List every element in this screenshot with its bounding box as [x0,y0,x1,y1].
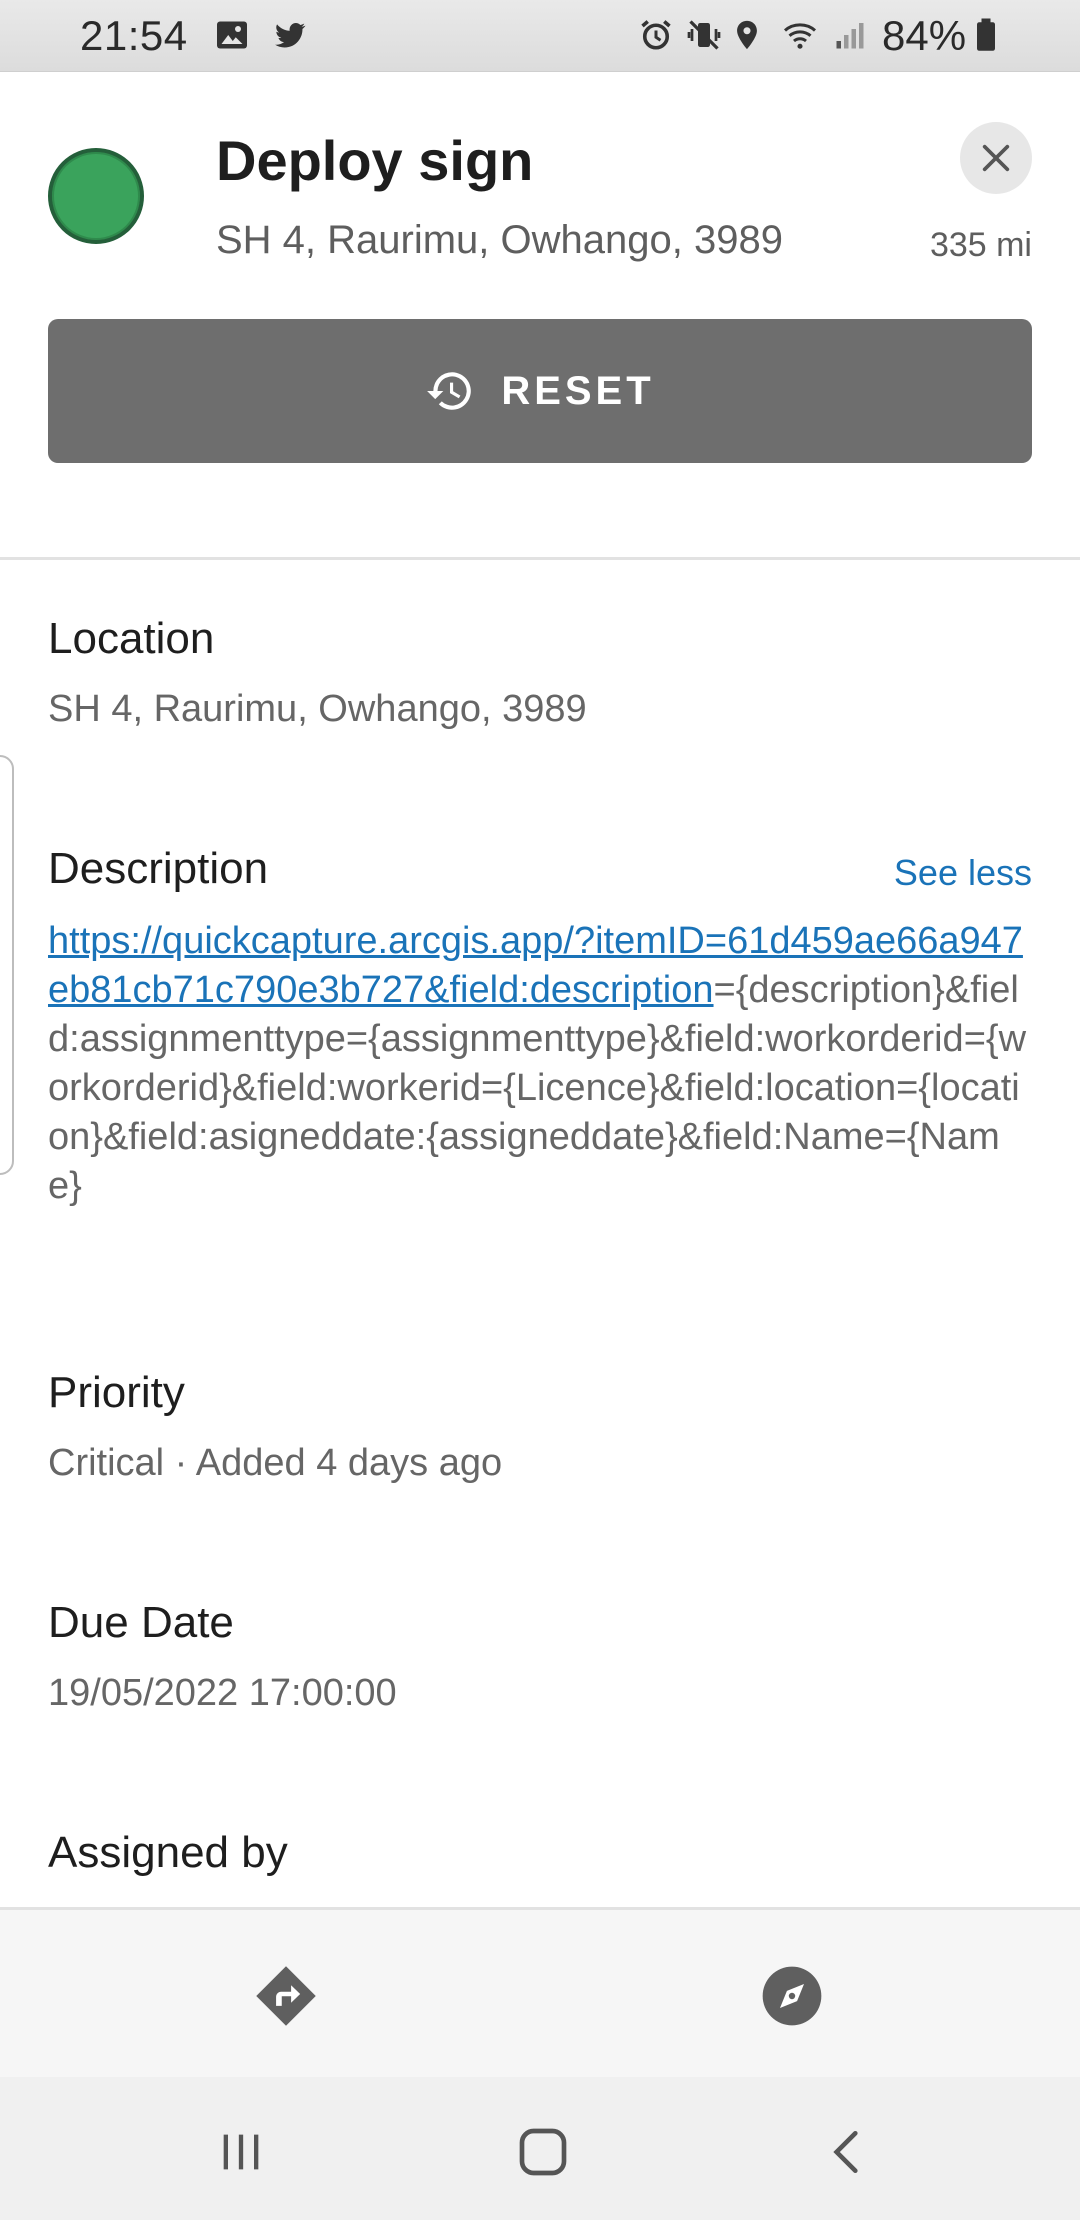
history-icon [427,372,472,410]
navigate-button[interactable] [758,1962,826,2030]
field-priority: Priority Critical · Added 4 days ago [48,1368,1032,1486]
field-label: Priority [48,1368,185,1417]
task-distance: 335 mi [929,226,1032,264]
action-bar [0,1907,1080,2077]
home-icon [519,2128,567,2176]
system-nav-bar [0,2077,1080,2220]
task-status-indicator [48,148,144,244]
recent-apps-button[interactable] [206,2117,276,2187]
field-assigned-by: Assigned by [48,1828,1032,1879]
see-less-link[interactable]: See less [894,852,1032,894]
signal-icon [836,23,864,49]
directions-button[interactable] [252,1962,320,2030]
location-icon [737,20,757,50]
status-bar: 21:54 84% [0,0,1080,72]
field-label: Description [48,844,269,893]
reset-button-label: RESET [501,368,655,413]
task-title: Deploy sign [216,129,534,192]
recent-apps-icon [223,2134,259,2170]
task-address: SH 4, Raurimu, Owhango, 3989 [216,218,783,262]
location-value: SH 4, Raurimu, Owhango, 3989 [48,687,587,730]
navigate-compass-icon [762,1966,822,2026]
back-button[interactable] [812,2117,882,2187]
gallery-icon [217,21,247,49]
home-button[interactable] [508,2117,578,2187]
due-date-value: 19/05/2022 17:00:00 [48,1671,397,1714]
twitter-icon [275,23,306,48]
field-label: Assigned by [48,1828,288,1877]
task-header: Deploy sign SH 4, Raurimu, Owhango, 3989… [0,72,1080,560]
field-label: Due Date [48,1598,234,1647]
field-due-date: Due Date 19/05/2022 17:00:00 [48,1598,1032,1716]
close-button[interactable] [960,122,1032,194]
field-label: Location [48,614,215,663]
close-icon [982,144,1010,172]
reset-button[interactable]: RESET [48,319,1032,463]
alarm-icon [641,20,671,50]
side-panel-handle[interactable] [0,755,14,1175]
battery-percent: 84% [882,12,967,59]
field-location: Location SH 4, Raurimu, Owhango, 3989 [48,614,1032,732]
battery-icon [977,18,995,51]
task-details[interactable]: Location SH 4, Raurimu, Owhango, 3989 De… [0,560,1080,1907]
description-value: https://quickcapture.arcgis.app/?itemID=… [48,917,1032,1211]
field-description: Description See less https://quickcaptur… [48,844,1032,1211]
wifi-icon [783,23,817,49]
directions-icon [256,1966,316,2026]
back-icon [833,2130,858,2174]
status-time: 21:54 [80,12,188,59]
mute-icon [687,20,721,50]
priority-value: Critical · Added 4 days ago [48,1441,503,1484]
